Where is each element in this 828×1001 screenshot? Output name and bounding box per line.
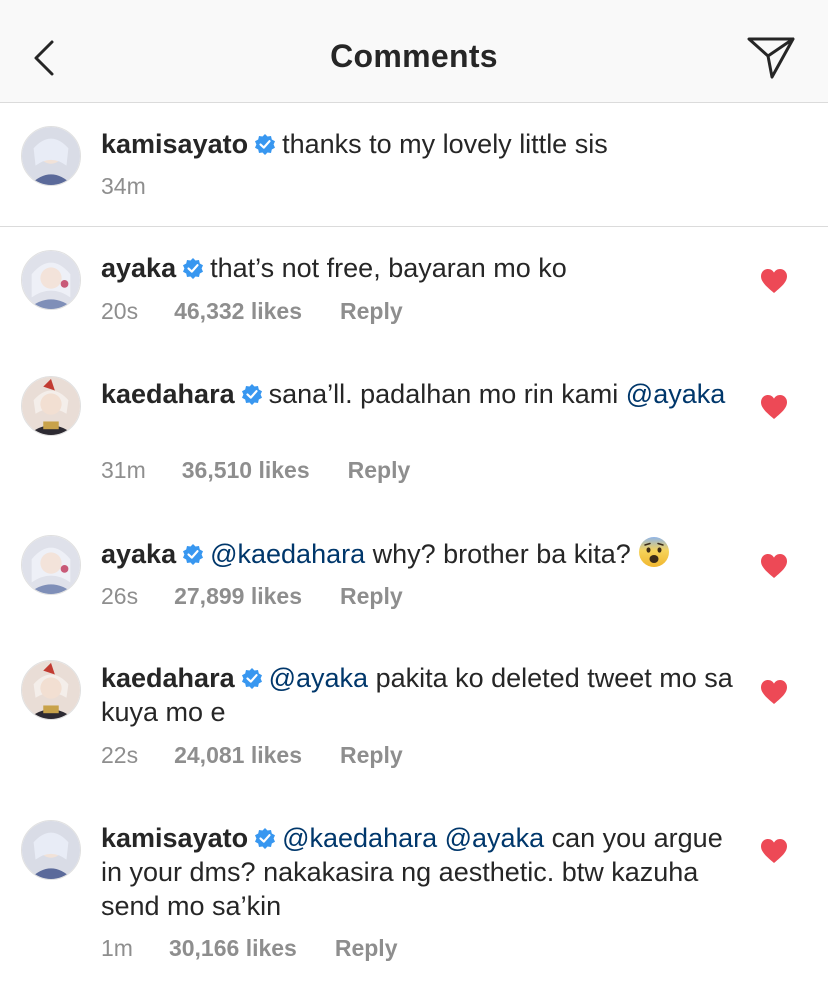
mention-link[interactable]: @ayaka — [269, 663, 368, 693]
comment-body: sana’ll. padalhan mo rin kami — [268, 379, 626, 409]
reply-button[interactable]: Reply — [335, 935, 398, 962]
avatar[interactable] — [21, 820, 81, 880]
comment-body — [437, 823, 445, 853]
heart-icon[interactable] — [760, 679, 788, 705]
paper-plane-icon[interactable] — [746, 34, 796, 80]
comment-body: that’s not free, bayaran mo ko — [210, 253, 567, 283]
comment-time: 31m — [101, 457, 146, 483]
caption-body: thanks to my lovely little sis — [282, 129, 608, 159]
comment-text: ayaka that’s not free, bayaran mo ko — [101, 251, 741, 285]
avatar[interactable] — [21, 250, 81, 310]
likes-count[interactable]: 36,510 likes — [182, 457, 310, 484]
mention-link[interactable]: @ayaka — [626, 379, 725, 409]
likes-count[interactable]: 30,166 likes — [169, 935, 297, 962]
comment-time: 22s — [101, 742, 139, 768]
heart-icon[interactable] — [760, 553, 788, 579]
likes-count[interactable]: 46,332 likes — [174, 298, 302, 325]
comment-username[interactable]: kaedahara — [101, 663, 235, 693]
mention-link[interactable]: @ayaka — [445, 823, 544, 853]
avatar[interactable] — [21, 535, 81, 595]
reply-button[interactable]: Reply — [340, 298, 403, 325]
avatar[interactable] — [21, 126, 81, 186]
comment-username[interactable]: kamisayato — [101, 823, 248, 853]
reply-button[interactable]: Reply — [340, 583, 403, 610]
verified-badge-icon — [255, 828, 276, 849]
mention-link[interactable]: @kaedahara — [210, 539, 365, 569]
verified-badge-icon — [255, 134, 276, 155]
caption-time: 34m — [101, 173, 146, 199]
comment-text: kaedahara @ayaka pakita ko deleted tweet … — [101, 661, 741, 729]
comment-meta: 20s 46,332 likes Reply — [101, 298, 403, 325]
verified-badge-icon — [241, 384, 262, 405]
comment-meta: 31m 36,510 likes Reply — [101, 457, 410, 484]
heart-icon[interactable] — [760, 838, 788, 864]
post-caption: kamisayato thanks to my lovely little sis… — [0, 103, 828, 227]
caption-text: kamisayato thanks to my lovely little sis — [101, 127, 741, 161]
comment-time: 26s — [101, 583, 139, 609]
reply-button[interactable]: Reply — [340, 742, 403, 769]
page-title: Comments — [330, 38, 498, 74]
comment-time: 1m — [101, 935, 133, 961]
comment-meta: 22s 24,081 likes Reply — [101, 742, 403, 769]
fearful-face-emoji-icon — [638, 537, 669, 567]
comment-time: 20s — [101, 298, 139, 324]
verified-badge-icon — [183, 258, 204, 279]
caption-meta: 34m — [101, 173, 146, 200]
comment-body: why? brother ba kita? — [365, 539, 631, 569]
top-bar: Comments — [0, 0, 828, 103]
comment-username[interactable]: ayaka — [101, 253, 176, 283]
verified-badge-icon — [241, 668, 262, 689]
likes-count[interactable]: 27,899 likes — [174, 583, 302, 610]
heart-icon[interactable] — [760, 394, 788, 420]
likes-count[interactable]: 24,081 likes — [174, 742, 302, 769]
comment-username[interactable]: kaedahara — [101, 379, 235, 409]
comment-text: kaedahara sana’ll. padalhan mo rin kami @… — [101, 377, 741, 411]
comment-meta: 1m 30,166 likes Reply — [101, 935, 398, 962]
caption-username[interactable]: kamisayato — [101, 129, 248, 159]
mention-link[interactable]: @kaedahara — [282, 823, 437, 853]
verified-badge-icon — [183, 544, 204, 565]
avatar[interactable] — [21, 660, 81, 720]
comment-text: kamisayato @kaedahara @ayaka can you argu… — [101, 821, 741, 923]
comment-meta: 26s 27,899 likes Reply — [101, 583, 403, 610]
heart-icon[interactable] — [760, 268, 788, 294]
comment-username[interactable]: ayaka — [101, 539, 176, 569]
avatar[interactable] — [21, 376, 81, 436]
comment-text: ayaka @kaedahara why? brother ba kita? — [101, 535, 741, 571]
reply-button[interactable]: Reply — [348, 457, 411, 484]
